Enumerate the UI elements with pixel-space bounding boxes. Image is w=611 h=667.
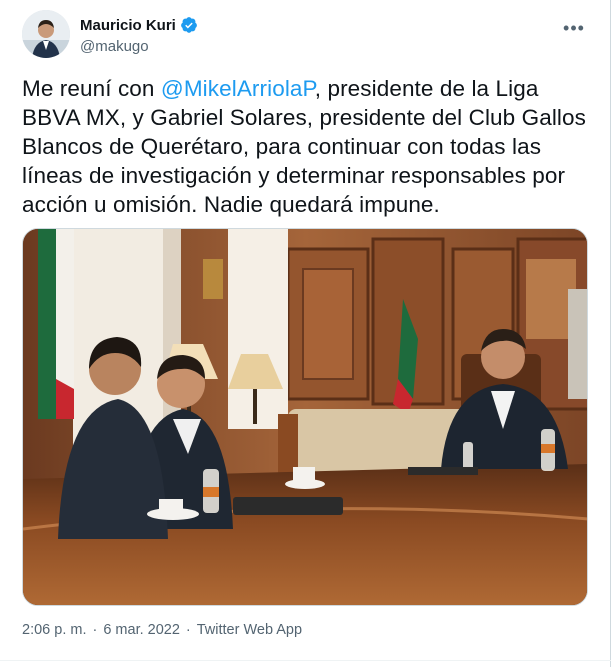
tweet-date[interactable]: 6 mar. 2022 bbox=[103, 622, 180, 638]
tweet-header: Mauricio Kuri @makugo ••• bbox=[22, 10, 592, 62]
tweet-text-start: Me reuní con bbox=[22, 76, 161, 101]
mention-link[interactable]: @MikelArriolaP bbox=[161, 76, 315, 101]
tweet-time[interactable]: 2:06 p. m. bbox=[22, 622, 86, 638]
author-names: Mauricio Kuri @makugo bbox=[80, 16, 198, 55]
ellipsis-icon: ••• bbox=[563, 17, 585, 38]
display-name[interactable]: Mauricio Kuri bbox=[80, 17, 176, 34]
avatar[interactable] bbox=[22, 10, 70, 58]
tweet-text: Me reuní con @MikelArriolaP, presidente … bbox=[22, 74, 588, 219]
more-options-button[interactable]: ••• bbox=[560, 14, 588, 42]
meta-separator: · bbox=[185, 622, 191, 638]
tweet-photo[interactable] bbox=[22, 228, 588, 606]
divider bbox=[0, 660, 611, 661]
tweet-metadata: 2:06 p. m. · 6 mar. 2022 · Twitter Web A… bbox=[22, 622, 302, 638]
tweet-source[interactable]: Twitter Web App bbox=[197, 622, 302, 638]
meta-separator: · bbox=[92, 622, 98, 638]
verified-badge-icon bbox=[180, 16, 198, 34]
user-handle[interactable]: @makugo bbox=[80, 38, 198, 55]
tweet-card: Mauricio Kuri @makugo ••• Me reuní con @… bbox=[0, 0, 611, 667]
